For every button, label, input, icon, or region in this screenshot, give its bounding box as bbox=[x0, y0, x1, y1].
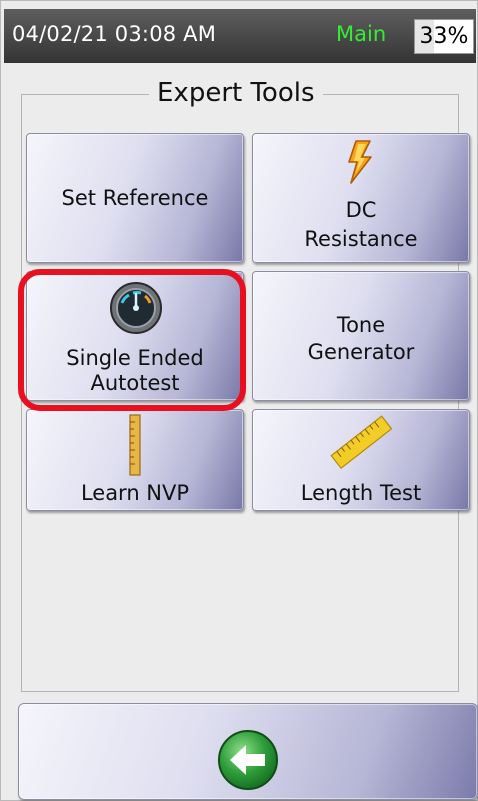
length-test-label: Length Test bbox=[300, 481, 422, 505]
status-bar: 04/02/21 03:08 AM Main 33% bbox=[4, 9, 476, 63]
selection-highlight bbox=[18, 269, 246, 411]
battery-percent: 33% bbox=[419, 24, 469, 49]
back-arrow-icon bbox=[218, 730, 278, 790]
set-reference-button[interactable]: Set Reference bbox=[26, 133, 244, 263]
learn-nvp-label: Learn NVP bbox=[80, 481, 190, 505]
tone-generator-label-line1: Tone bbox=[336, 313, 386, 337]
tone-generator-label-line2: Generator bbox=[307, 340, 415, 364]
datetime-text: 04/02/21 03:08 AM bbox=[12, 22, 217, 46]
back-button[interactable] bbox=[18, 703, 478, 800]
dc-resistance-label-line1: DC bbox=[345, 198, 377, 222]
battery-indicator: 33% bbox=[414, 19, 474, 54]
dc-resistance-label-line2: Resistance bbox=[304, 227, 418, 251]
tone-generator-button[interactable]: Tone Generator bbox=[252, 271, 470, 401]
learn-nvp-button[interactable]: Learn NVP bbox=[26, 409, 244, 511]
mode-indicator: Main bbox=[336, 22, 387, 46]
dc-resistance-button[interactable]: DC Resistance bbox=[252, 133, 470, 263]
group-title: Expert Tools bbox=[149, 78, 323, 108]
length-test-button[interactable]: Length Test bbox=[252, 409, 470, 511]
vertical-ruler-icon bbox=[129, 414, 141, 476]
lightning-bolt-icon bbox=[348, 140, 372, 184]
tape-measure-ruler-icon bbox=[330, 415, 393, 470]
device-screen: 04/02/21 03:08 AM Main 33% Expert Tools … bbox=[0, 0, 478, 801]
set-reference-label: Set Reference bbox=[61, 186, 209, 210]
